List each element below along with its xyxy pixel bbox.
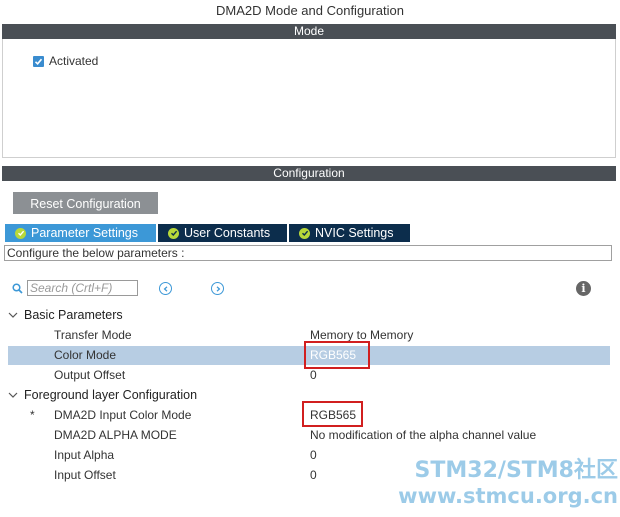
watermark: STM32/STM8社区 www.stmcu.org.cn — [378, 458, 618, 508]
tab-label: User Constants — [184, 226, 271, 240]
param-name: Input Alpha — [54, 448, 115, 462]
group-label: Foreground layer Configuration — [24, 388, 198, 402]
param-name: Color Mode — [54, 348, 117, 362]
window-title: DMA2D Mode and Configuration — [216, 3, 404, 18]
tab-nvic-settings[interactable]: NVIC Settings — [289, 224, 410, 242]
param-value: 0 — [310, 448, 317, 462]
check-circle-icon — [168, 227, 179, 239]
param-value: No modification of the alpha channel val… — [310, 428, 537, 442]
highlight-box-color-mode — [304, 341, 370, 369]
watermark-line2: www.stmcu.org.cn — [398, 484, 618, 508]
watermark-line1: STM32/STM8社区 — [414, 458, 618, 483]
reset-configuration-button[interactable]: Reset Configuration — [13, 192, 158, 214]
activated-label: Activated — [49, 54, 99, 68]
activated-checkbox[interactable] — [33, 55, 44, 67]
tab-label: Parameter Settings — [31, 226, 138, 240]
param-value: 0 — [310, 468, 317, 482]
search-previous-icon[interactable] — [159, 282, 172, 295]
check-circle-icon — [299, 227, 310, 239]
activated-checkbox-row[interactable]: Activated — [33, 54, 98, 68]
tab-parameter-settings[interactable]: Parameter Settings — [5, 224, 156, 242]
param-row-alpha-mode[interactable]: DMA2D ALPHA MODE No modification of the … — [8, 426, 610, 445]
check-icon — [34, 58, 43, 65]
param-name: DMA2D ALPHA MODE — [54, 428, 177, 442]
search-icon — [12, 283, 23, 297]
search-next-icon[interactable] — [211, 282, 224, 295]
check-circle-icon — [15, 227, 26, 239]
required-mark: * — [30, 408, 35, 422]
chevron-down-icon — [8, 312, 18, 318]
info-icon[interactable]: i — [576, 281, 591, 296]
group-basic-parameters[interactable]: Basic Parameters — [8, 306, 123, 324]
highlight-box-input-color-mode — [302, 401, 363, 427]
tab-user-constants[interactable]: User Constants — [158, 224, 287, 242]
search-input[interactable] — [27, 280, 138, 296]
tab-label: NVIC Settings — [315, 226, 394, 240]
chevron-down-icon — [8, 392, 18, 398]
param-name: Input Offset — [54, 468, 116, 482]
configure-info-bar: Configure the below parameters : — [4, 245, 612, 261]
param-name: DMA2D Input Color Mode — [54, 408, 192, 422]
configuration-section-header: Configuration — [2, 166, 616, 181]
mode-section-header: Mode — [2, 24, 616, 39]
param-name: Output Offset — [54, 368, 126, 382]
group-foreground-layer[interactable]: Foreground layer Configuration — [8, 386, 197, 404]
param-name: Transfer Mode — [54, 328, 132, 342]
group-label: Basic Parameters — [24, 308, 123, 322]
